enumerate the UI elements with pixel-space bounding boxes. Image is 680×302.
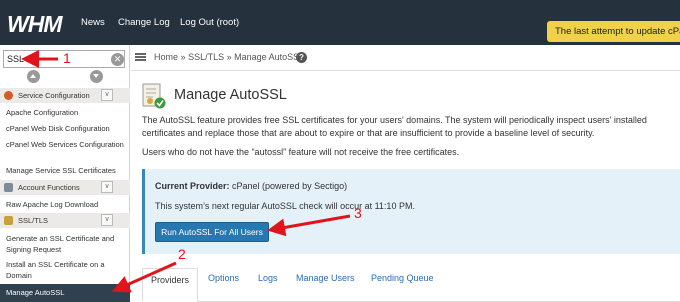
section-title: Service Configuration <box>18 91 90 100</box>
breadcrumb-current: Manage AutoSSL <box>234 52 305 62</box>
user-icon <box>4 183 13 192</box>
sidebar-item-apache-configuration[interactable]: Apache Configuration <box>6 107 124 118</box>
ssl-icon <box>4 216 13 225</box>
sidebar-item-web-disk[interactable]: cPanel Web Disk Configuration <box>6 123 124 134</box>
whm-logo[interactable]: WHM <box>7 11 62 38</box>
chevron-down-icon[interactable]: ∨ <box>101 181 113 193</box>
run-autossl-button[interactable]: Run AutoSSL For All Users <box>155 222 269 242</box>
chevron-down-icon[interactable]: ∨ <box>101 214 113 226</box>
page-description: The AutoSSL feature provides free SSL ce… <box>142 115 647 138</box>
sidebar-item-generate-ssl[interactable]: Generate an SSL Certificate and Signing … <box>6 233 124 255</box>
current-provider-label: Current Provider: <box>155 181 230 191</box>
collapse-all-icon[interactable] <box>27 70 40 83</box>
sidebar-item-manage-autossl[interactable]: Manage AutoSSL <box>0 284 130 302</box>
tab-logs[interactable]: Logs <box>258 273 278 283</box>
tab-providers[interactable]: Providers <box>142 268 199 302</box>
page-title: Manage AutoSSL <box>174 87 287 103</box>
sidebar-item-web-services[interactable]: cPanel Web Services Configuration <box>6 139 124 150</box>
annotation-2: 2 <box>178 246 186 262</box>
nav-news[interactable]: News <box>81 0 105 45</box>
nav-logout[interactable]: Log Out (root) <box>180 0 239 45</box>
tab-options[interactable]: Options <box>208 273 239 283</box>
annotation-1: 1 <box>63 50 71 66</box>
sidebar-item-service-ssl[interactable]: Manage Service SSL Certificates <box>6 165 124 176</box>
help-icon[interactable]: ? <box>296 52 307 63</box>
menu-toggle-icon[interactable] <box>135 53 146 55</box>
section-title: SSL/TLS <box>18 216 49 225</box>
tab-pending-queue[interactable]: Pending Queue <box>371 273 434 283</box>
annotation-3: 3 <box>354 205 362 221</box>
chevron-down-icon[interactable]: ∨ <box>101 89 113 101</box>
sidebar-section-ssl-tls[interactable]: SSL/TLS ∨ <box>0 213 130 228</box>
update-notice[interactable]: The last attempt to update cPanel <box>547 21 680 42</box>
next-check-text: This system’s next regular AutoSSL check… <box>155 201 415 211</box>
nav-change-log[interactable]: Change Log <box>118 0 170 45</box>
sidebar-section-service-configuration[interactable]: Service Configuration ∨ <box>0 88 130 103</box>
certificate-icon <box>142 83 166 109</box>
sidebar-item-raw-apache-log[interactable]: Raw Apache Log Download <box>6 199 124 210</box>
tab-manage-users[interactable]: Manage Users <box>296 273 355 283</box>
breadcrumb-ssl-tls[interactable]: SSL/TLS <box>188 52 224 62</box>
breadcrumb-home[interactable]: Home <box>154 52 178 62</box>
autossl-feature-note: Users who do not have the “autossl” feat… <box>142 147 460 157</box>
current-provider: Current Provider: cPanel (powered by Sec… <box>155 181 347 191</box>
section-title: Account Functions <box>18 183 80 192</box>
service-config-icon <box>4 91 13 100</box>
clear-search-icon[interactable]: ✕ <box>111 53 124 66</box>
sidebar-section-account-functions[interactable]: Account Functions ∨ <box>0 180 130 195</box>
breadcrumb: Home » SSL/TLS » Manage AutoSSL <box>154 52 305 62</box>
current-provider-value: cPanel (powered by Sectigo) <box>232 181 348 191</box>
expand-all-icon[interactable] <box>90 70 103 83</box>
sidebar-item-install-ssl[interactable]: Install an SSL Certificate on a Domain <box>6 259 124 281</box>
